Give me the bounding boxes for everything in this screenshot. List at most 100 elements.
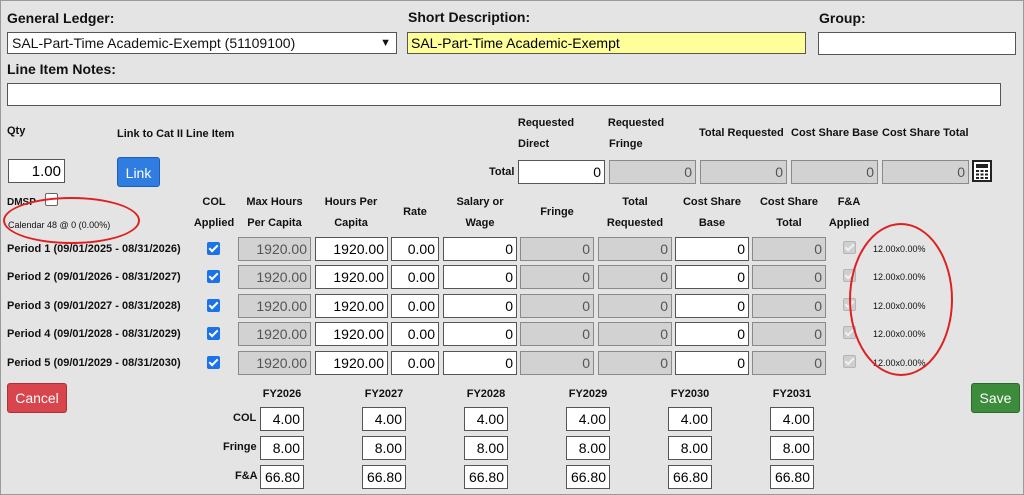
period-salary-input[interactable] xyxy=(443,322,517,346)
fy-fringe-rate-input[interactable] xyxy=(770,436,814,460)
col-applied-checkbox[interactable] xyxy=(207,270,220,283)
period-rate-input[interactable] xyxy=(391,351,439,375)
period-hours-input[interactable] xyxy=(315,322,388,346)
general-ledger-label: General Ledger: xyxy=(7,10,115,26)
period-cost-share-total-field xyxy=(752,237,826,261)
fy-col-rate-input[interactable] xyxy=(464,407,508,431)
cancel-button[interactable]: Cancel xyxy=(7,383,67,413)
total-requested-field xyxy=(700,160,787,184)
period-cost-share-base-input[interactable] xyxy=(675,351,749,375)
period-max-hours-field xyxy=(238,351,311,375)
period-salary-input[interactable] xyxy=(443,265,517,289)
fy-fa-rate-input[interactable] xyxy=(260,465,304,489)
group-input[interactable] xyxy=(818,32,1016,55)
link-cat2-label: Link to Cat II Line Item xyxy=(117,128,235,140)
fy-col-rate-input[interactable] xyxy=(770,407,814,431)
col-applied-header: COL Applied xyxy=(193,196,235,229)
period-cost-share-total-field xyxy=(752,294,826,318)
fy-fringe-rate-input[interactable] xyxy=(566,436,610,460)
requested-fringe-header: Requested Fringe xyxy=(607,117,665,150)
period-cost-share-base-input[interactable] xyxy=(675,237,749,261)
hours-per-capita-header: Hours Per Capita xyxy=(324,196,378,229)
total-requested-direct-input[interactable] xyxy=(518,160,605,184)
period-total-requested-field xyxy=(598,294,672,318)
fy-fringe-rate-input[interactable] xyxy=(260,436,304,460)
rate-row-label-fringe: Fringe xyxy=(223,441,257,453)
period-cost-share-total-field xyxy=(752,351,826,375)
calendar-text: Calendar 48 @ 0 (0.00%) xyxy=(8,220,111,230)
col-applied-checkbox[interactable] xyxy=(207,299,220,312)
period-salary-input[interactable] xyxy=(443,294,517,318)
period-max-hours-field xyxy=(238,265,311,289)
period-rate-input[interactable] xyxy=(391,322,439,346)
fy-fa-rate-input[interactable] xyxy=(668,465,712,489)
fiscal-year-header: FY2027 xyxy=(364,388,404,400)
rate-row-label-fa: F&A xyxy=(235,470,258,482)
period-cost-share-base-input[interactable] xyxy=(675,265,749,289)
period-total-requested-field xyxy=(598,322,672,346)
period-cost-share-base-input[interactable] xyxy=(675,322,749,346)
chevron-down-icon: ▼ xyxy=(380,37,391,49)
fiscal-year-header: FY2030 xyxy=(670,388,710,400)
link-button[interactable]: Link xyxy=(117,157,160,187)
period-label: Period 1 (09/01/2025 - 08/31/2026) xyxy=(7,243,181,255)
fy-fa-rate-input[interactable] xyxy=(770,465,814,489)
period-label: Period 3 (09/01/2027 - 08/31/2028) xyxy=(7,300,181,312)
qty-input[interactable] xyxy=(8,159,65,183)
fy-col-rate-input[interactable] xyxy=(362,407,406,431)
general-ledger-select[interactable]: SAL-Part-Time Academic-Exempt (51109100)… xyxy=(7,32,397,54)
fy-fringe-rate-input[interactable] xyxy=(362,436,406,460)
line-item-notes-input[interactable] xyxy=(7,83,1001,106)
period-rate-input[interactable] xyxy=(391,237,439,261)
general-ledger-selected: SAL-Part-Time Academic-Exempt (51109100) xyxy=(12,35,296,51)
period-salary-input[interactable] xyxy=(443,237,517,261)
fa-rate-note: 12.00x0.00% xyxy=(873,329,926,339)
total-cost-share-total-field xyxy=(882,160,969,184)
period-hours-input[interactable] xyxy=(315,294,388,318)
short-description-label: Short Description: xyxy=(408,9,531,25)
period-hours-input[interactable] xyxy=(315,265,388,289)
fy-fa-rate-input[interactable] xyxy=(362,465,406,489)
fa-rate-note: 12.00x0.00% xyxy=(873,301,926,311)
fy-col-rate-input[interactable] xyxy=(260,407,304,431)
dmsp-checkbox[interactable] xyxy=(45,193,58,206)
fy-col-rate-input[interactable] xyxy=(668,407,712,431)
total-requested-col-header: Total Requested xyxy=(606,196,664,229)
fy-fa-rate-input[interactable] xyxy=(566,465,610,489)
fiscal-year-header: FY2026 xyxy=(262,388,302,400)
period-label: Period 5 (09/01/2029 - 08/31/2030) xyxy=(7,357,181,369)
period-hours-input[interactable] xyxy=(315,351,388,375)
save-button[interactable]: Save xyxy=(971,383,1020,413)
period-hours-input[interactable] xyxy=(315,237,388,261)
period-salary-input[interactable] xyxy=(443,351,517,375)
fiscal-year-header: FY2029 xyxy=(568,388,608,400)
period-rate-input[interactable] xyxy=(391,294,439,318)
cost-share-total-header: Cost Share Total xyxy=(882,127,969,139)
max-hours-header: Max Hours Per Capita xyxy=(246,196,303,229)
fy-fringe-rate-input[interactable] xyxy=(464,436,508,460)
fa-applied-checkbox xyxy=(843,241,856,254)
fa-applied-checkbox xyxy=(843,269,856,282)
fringe-header: Fringe xyxy=(540,206,574,218)
period-total-requested-field xyxy=(598,351,672,375)
col-applied-checkbox[interactable] xyxy=(207,327,220,340)
cost-share-base-col-header: Cost Share Base xyxy=(682,196,742,229)
calculator-icon[interactable] xyxy=(972,160,992,182)
fa-rate-note: 12.00x0.00% xyxy=(873,244,926,254)
period-rate-input[interactable] xyxy=(391,265,439,289)
rate-row-label-col: COL xyxy=(233,412,257,424)
fa-applied-checkbox xyxy=(843,326,856,339)
fy-fringe-rate-input[interactable] xyxy=(668,436,712,460)
fa-applied-checkbox xyxy=(843,298,856,311)
fa-applied-checkbox xyxy=(843,355,856,368)
col-applied-checkbox[interactable] xyxy=(207,356,220,369)
col-applied-checkbox[interactable] xyxy=(207,242,220,255)
fy-fa-rate-input[interactable] xyxy=(464,465,508,489)
line-item-editor: General Ledger: SAL-Part-Time Academic-E… xyxy=(0,0,1024,495)
rate-header: Rate xyxy=(403,206,427,218)
fy-col-rate-input[interactable] xyxy=(566,407,610,431)
short-description-input[interactable] xyxy=(407,32,806,54)
period-cost-share-base-input[interactable] xyxy=(675,294,749,318)
salary-header: Salary or Wage xyxy=(456,196,504,229)
fa-rate-note: 12.00x0.00% xyxy=(873,272,926,282)
